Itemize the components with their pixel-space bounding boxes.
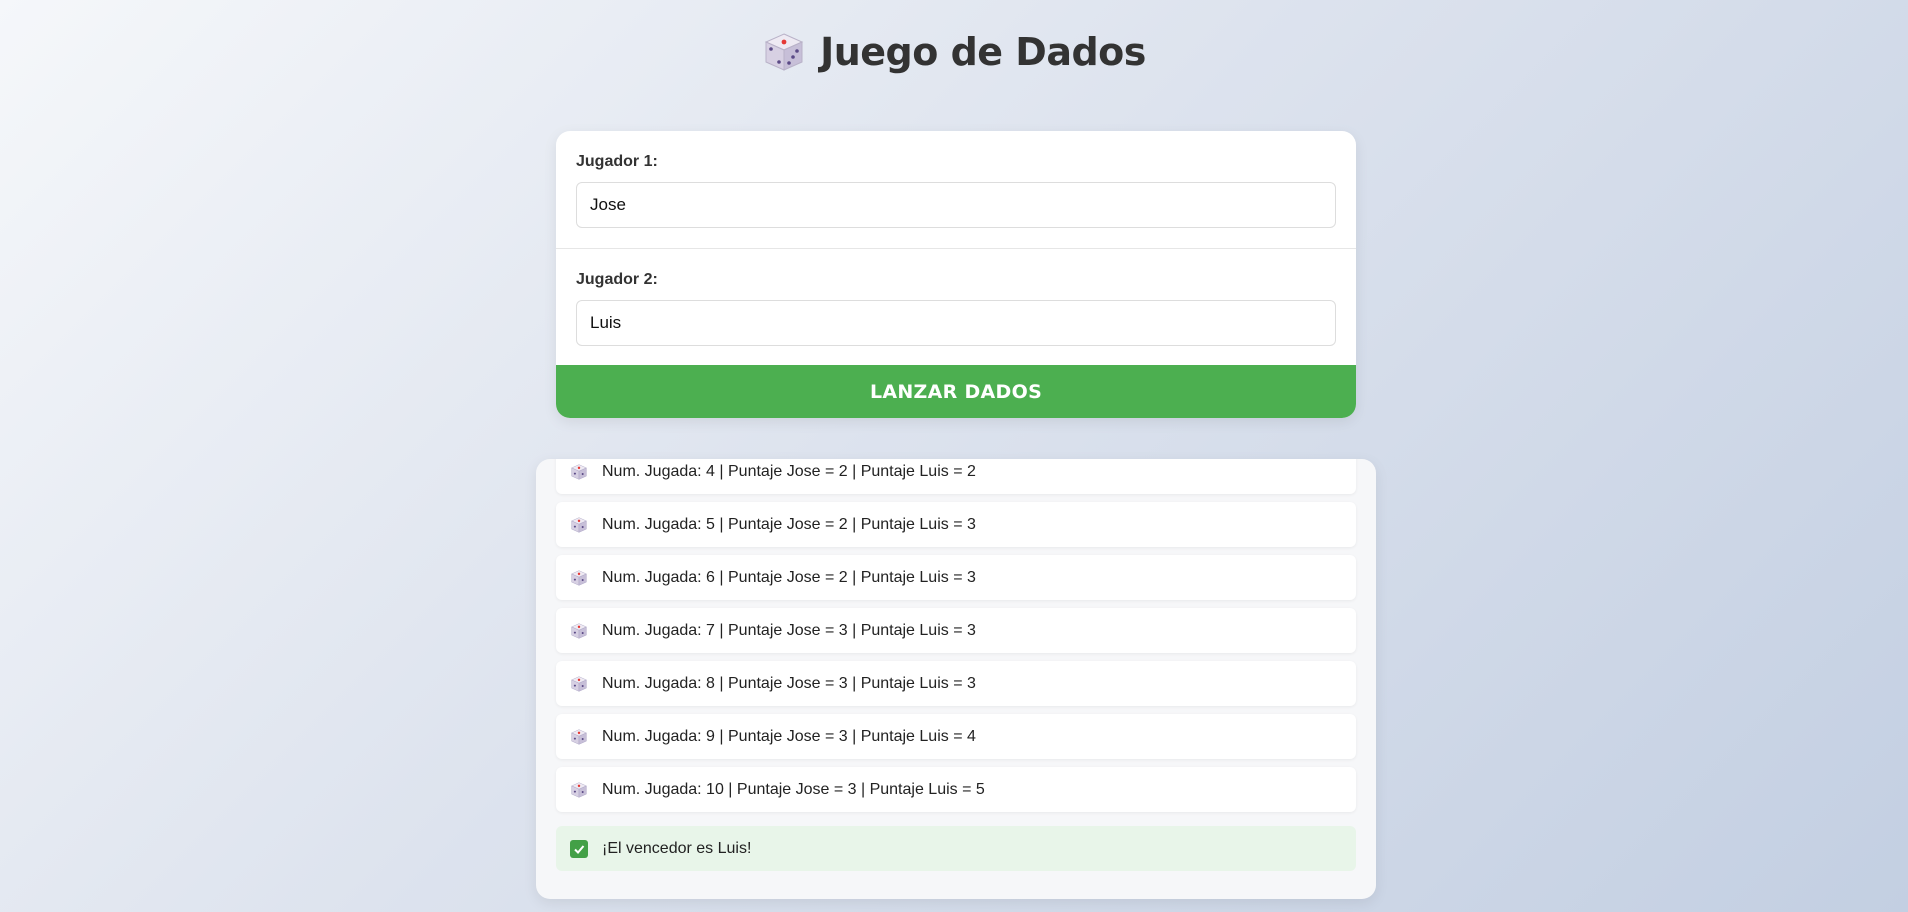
result-item: Num. Jugada: 6 | Puntaje Jose = 2 | Punt… [556, 555, 1356, 600]
result-item: Num. Jugada: 5 | Puntaje Jose = 2 | Punt… [556, 502, 1356, 547]
dice-icon [571, 675, 587, 692]
page-header: Juego de Dados [0, 30, 1908, 74]
result-item: Num. Jugada: 9 | Puntaje Jose = 3 | Punt… [556, 714, 1356, 759]
result-text: Num. Jugada: 8 | Puntaje Jose = 3 | Punt… [602, 674, 976, 692]
player2-field: Jugador 2: [556, 248, 1356, 365]
result-item: Num. Jugada: 8 | Puntaje Jose = 3 | Punt… [556, 661, 1356, 706]
player2-label: Jugador 2: [576, 271, 658, 288]
check-icon [570, 839, 588, 858]
results-panel: Num. Jugada: 4 | Puntaje Jose = 2 | Punt… [536, 459, 1376, 899]
result-text: Num. Jugada: 10 | Puntaje Jose = 3 | Pun… [602, 780, 985, 798]
dice-icon [571, 622, 587, 639]
dice-icon [571, 569, 587, 586]
player1-input[interactable] [576, 182, 1336, 228]
result-item: Num. Jugada: 4 | Puntaje Jose = 2 | Punt… [556, 459, 1356, 494]
result-text: Num. Jugada: 4 | Puntaje Jose = 2 | Punt… [602, 462, 976, 480]
player1-field: Jugador 1: [556, 131, 1356, 248]
winner-text: ¡El vencedor es Luis! [602, 839, 752, 857]
dice-icon [571, 463, 587, 480]
result-text: Num. Jugada: 5 | Puntaje Jose = 2 | Punt… [602, 515, 976, 533]
page-title: Juego de Dados [820, 30, 1146, 74]
roll-dice-button[interactable]: LANZAR DADOS [556, 365, 1356, 418]
dice-icon [764, 33, 804, 71]
dice-icon [571, 728, 587, 745]
result-list: Num. Jugada: 4 | Puntaje Jose = 2 | Punt… [556, 459, 1356, 820]
result-text: Num. Jugada: 7 | Puntaje Jose = 3 | Punt… [602, 621, 976, 639]
dice-icon [571, 516, 587, 533]
dice-icon [571, 781, 587, 798]
result-item: Num. Jugada: 7 | Puntaje Jose = 3 | Punt… [556, 608, 1356, 653]
result-text: Num. Jugada: 9 | Puntaje Jose = 3 | Punt… [602, 727, 976, 745]
result-item: Num. Jugada: 10 | Puntaje Jose = 3 | Pun… [556, 767, 1356, 812]
winner-message: ¡El vencedor es Luis! [556, 826, 1356, 871]
players-form: Jugador 1: Jugador 2: LANZAR DADOS [556, 131, 1356, 418]
player2-input[interactable] [576, 300, 1336, 346]
result-text: Num. Jugada: 6 | Puntaje Jose = 2 | Punt… [602, 568, 976, 586]
player1-label: Jugador 1: [576, 153, 658, 170]
